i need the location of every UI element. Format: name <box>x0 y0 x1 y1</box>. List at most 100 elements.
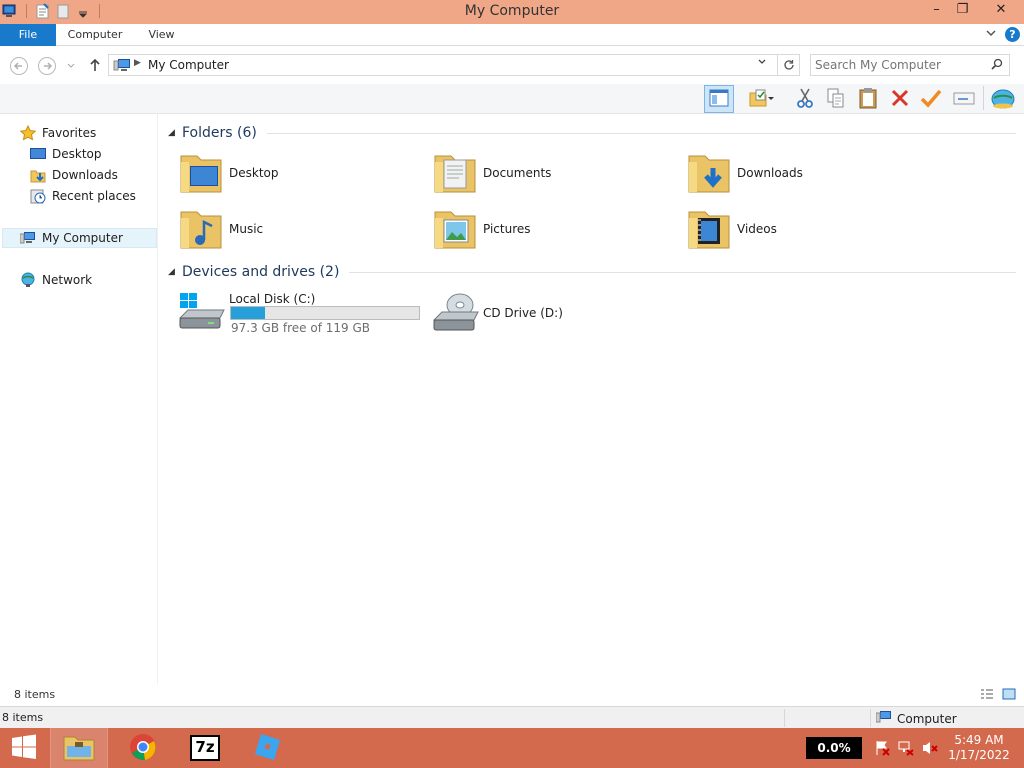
hard-drive-icon <box>178 288 226 336</box>
search-icon[interactable] <box>991 58 1003 73</box>
nav-item-downloads[interactable]: Downloads <box>30 165 118 185</box>
delete-icon <box>890 88 910 111</box>
network-button[interactable] <box>990 86 1016 112</box>
computer-location-icon <box>113 58 130 72</box>
copy-button[interactable] <box>823 86 849 112</box>
folder-desktop[interactable]: Desktop <box>178 148 428 200</box>
nav-item-label: Desktop <box>52 147 102 161</box>
action-center-flag-icon[interactable] <box>874 740 890 756</box>
address-bar[interactable]: ▶ My Computer <box>108 54 800 76</box>
taskbar-7zip[interactable]: 7z <box>176 728 234 768</box>
folder-label: Music <box>229 222 264 236</box>
nav-favorites-label: Favorites <box>42 126 97 140</box>
help-button[interactable]: ? <box>1005 27 1020 42</box>
network-icon <box>20 272 36 288</box>
command-toolbar <box>0 84 1024 114</box>
cd-drive-icon <box>432 288 480 336</box>
cpu-meter[interactable]: 0.0% <box>806 737 862 759</box>
computer-icon <box>19 230 36 246</box>
star-icon <box>19 124 37 141</box>
forward-button[interactable] <box>38 57 56 75</box>
folder-music-icon <box>178 204 226 252</box>
taskbar-chrome[interactable] <box>114 728 172 768</box>
search-box[interactable] <box>810 54 1010 76</box>
computer-icon <box>875 710 892 727</box>
volume-muted-icon[interactable] <box>922 740 938 756</box>
apply-button[interactable] <box>918 86 944 112</box>
nav-favorites[interactable]: Favorites <box>19 123 97 143</box>
cut-button[interactable] <box>792 86 818 112</box>
drives-group-header[interactable]: ◢ Devices and drives (2) <box>168 262 1016 282</box>
address-row: ▶ My Computer <box>0 46 1024 84</box>
content-pane: ◢ Folders (6) Desktop Documents Download… <box>160 114 1024 684</box>
properties-icon <box>748 88 774 111</box>
refresh-button[interactable] <box>777 55 799 75</box>
search-input[interactable] <box>815 57 985 73</box>
breadcrumb-my-computer[interactable]: My Computer <box>148 58 229 72</box>
address-history-dropdown-icon[interactable] <box>757 57 767 70</box>
folder-documents[interactable]: Documents <box>432 148 682 200</box>
details-divider <box>784 709 785 727</box>
collapse-triangle-icon[interactable]: ◢ <box>168 267 182 277</box>
network-status-icon[interactable] <box>898 740 914 756</box>
properties-button[interactable] <box>744 86 778 112</box>
rename-button[interactable] <box>951 86 977 112</box>
taskbar-file-explorer[interactable] <box>50 728 108 768</box>
title-bar: My Computer – ❐ ✕ <box>0 0 1024 24</box>
taskbar-clock[interactable]: 5:49 AM 1/17/2022 <box>944 733 1014 763</box>
maximize-button[interactable]: ❐ <box>946 0 979 22</box>
nav-item-desktop[interactable]: Desktop <box>30 144 102 164</box>
group-divider <box>349 271 1016 273</box>
folder-pictures-icon <box>432 204 480 252</box>
recent-places-icon <box>30 188 46 204</box>
details-location-label: Computer <box>897 711 957 726</box>
clock-time: 5:49 AM <box>954 733 1004 747</box>
nav-network[interactable]: Network <box>20 270 92 290</box>
folders-group-header[interactable]: ◢ Folders (6) <box>168 123 1016 143</box>
paste-button[interactable] <box>855 86 881 112</box>
preview-pane-button[interactable] <box>704 85 734 113</box>
tab-file[interactable]: File <box>0 24 56 46</box>
copy-icon <box>826 87 846 112</box>
recent-locations-dropdown-icon[interactable] <box>66 59 76 73</box>
nav-item-recent-places[interactable]: Recent places <box>30 186 136 206</box>
folder-documents-icon <box>432 148 480 196</box>
folder-label: Documents <box>483 166 552 180</box>
folder-downloads[interactable]: Downloads <box>686 148 936 200</box>
clock-date: 1/17/2022 <box>948 748 1010 762</box>
folder-downloads-icon <box>686 148 734 196</box>
folder-label: Desktop <box>229 166 279 180</box>
nav-network-label: Network <box>42 273 93 287</box>
details-view-icon[interactable] <box>980 687 994 701</box>
back-button[interactable] <box>10 57 28 75</box>
details-bar: 8 items Computer <box>0 706 1024 728</box>
toolbar-divider <box>983 86 984 110</box>
group-divider <box>266 132 1016 134</box>
tab-view[interactable]: View <box>134 24 189 46</box>
folders-group-title: Folders (6) <box>182 125 257 141</box>
delete-button[interactable] <box>887 86 913 112</box>
cut-icon <box>795 87 815 112</box>
folder-pictures[interactable]: Pictures <box>432 204 682 256</box>
nav-my-computer[interactable]: My Computer <box>2 228 157 248</box>
window-title: My Computer <box>464 3 560 19</box>
large-icons-view-icon[interactable] <box>1002 687 1016 701</box>
7zip-icon: 7z <box>190 735 220 761</box>
disk-usage-bar <box>230 306 420 320</box>
folder-videos[interactable]: Videos <box>686 204 936 256</box>
drive-cd-d[interactable]: CD Drive (D:) <box>432 288 682 340</box>
breadcrumb-arrow-icon[interactable]: ▶ <box>134 58 141 68</box>
drive-label: Local Disk (C:) <box>229 292 316 306</box>
collapse-triangle-icon[interactable]: ◢ <box>168 128 182 138</box>
start-button[interactable] <box>0 728 48 768</box>
folder-label: Downloads <box>737 166 803 180</box>
expand-ribbon-chevron-icon[interactable] <box>985 27 997 42</box>
tab-computer[interactable]: Computer <box>56 24 134 46</box>
rename-icon <box>953 89 975 110</box>
close-button[interactable]: ✕ <box>984 0 1018 22</box>
folder-music[interactable]: Music <box>178 204 428 256</box>
taskbar-roblox[interactable] <box>238 728 296 768</box>
nav-item-label: Recent places <box>52 189 136 203</box>
up-button[interactable] <box>88 57 102 76</box>
folder-label: Pictures <box>483 222 531 236</box>
